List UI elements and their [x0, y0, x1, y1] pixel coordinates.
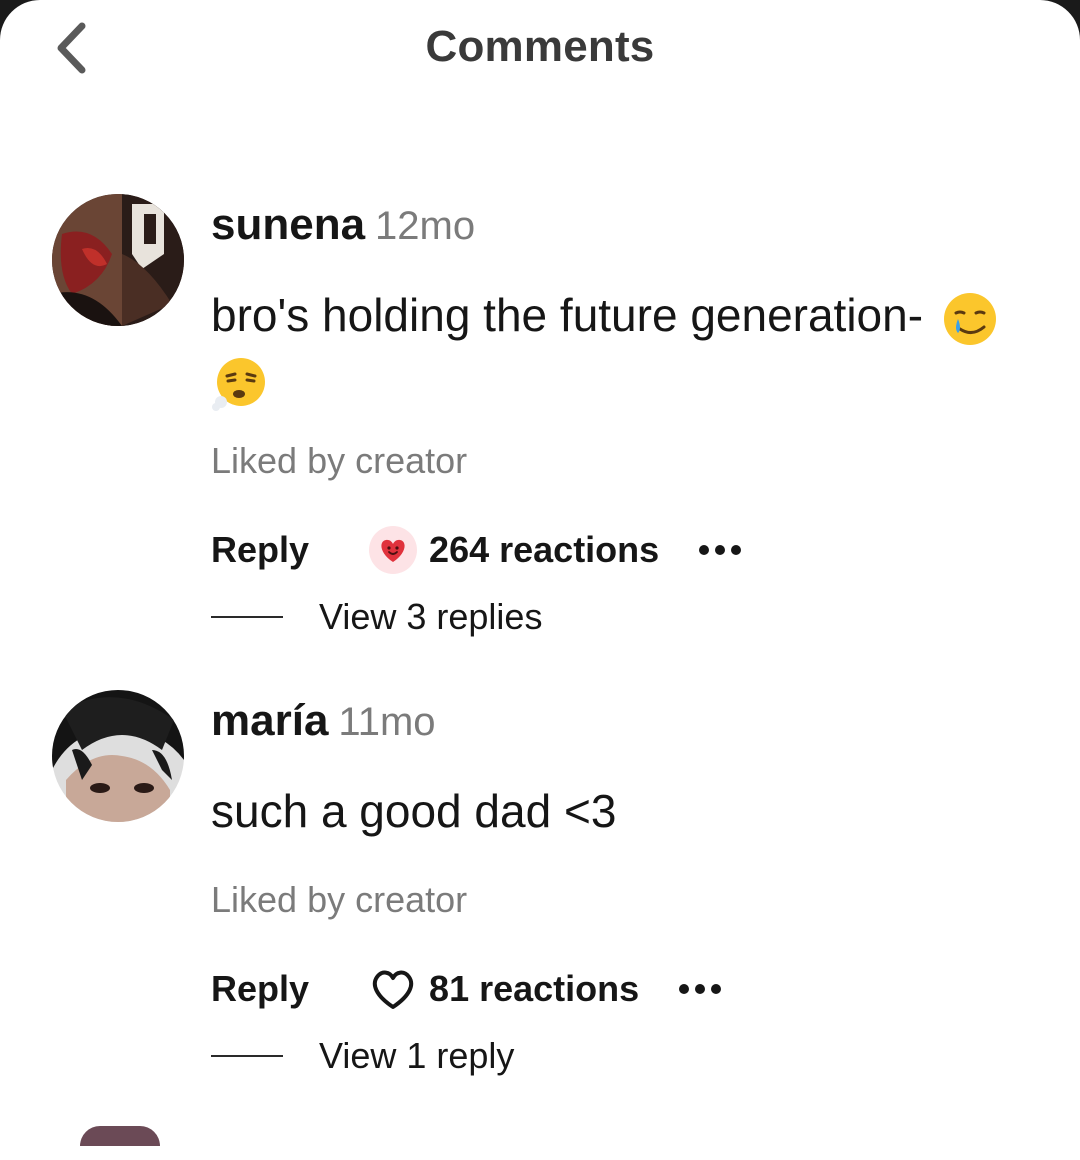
face-exhaling-emoji: [212, 357, 265, 411]
comments-sheet: Comments sunena 12mo bro's holding the fu…: [0, 0, 1080, 1160]
comment-actions: Reply 81 reactions: [211, 961, 727, 1017]
more-dots-icon-dot: [715, 545, 726, 555]
more-dots-icon-dot: [731, 545, 742, 555]
comment-actions: Reply 264 reactions: [211, 522, 747, 578]
more-dots-icon: [679, 984, 690, 994]
avatar[interactable]: [80, 1126, 160, 1146]
username[interactable]: sunena: [211, 200, 365, 249]
avatar[interactable]: [52, 690, 184, 822]
comment-text-content: such a good dad <3: [211, 785, 617, 837]
reply-thread-line: [211, 1055, 283, 1057]
comments-header: Comments: [0, 0, 1080, 100]
timestamp: 12mo: [375, 204, 476, 248]
view-replies-button[interactable]: View 1 reply: [211, 1035, 514, 1077]
comment-text-content: bro's holding the future generation-: [211, 289, 924, 341]
more-dots-icon-dot: [711, 984, 722, 994]
avatar[interactable]: [52, 194, 184, 326]
liked-by-creator: Liked by creator: [211, 440, 468, 481]
view-replies-label: View 1 reply: [319, 1035, 515, 1076]
liked-by-creator: Liked by creator: [211, 879, 468, 920]
more-options-button[interactable]: [699, 545, 747, 555]
reaction-button[interactable]: 81 reactions: [369, 967, 639, 1011]
reply-button[interactable]: Reply: [211, 968, 309, 1010]
comment-text: bro's holding the future generation-: [211, 284, 1041, 412]
timestamp: 11mo: [338, 700, 436, 744]
view-replies-button[interactable]: View 3 replies: [211, 596, 542, 638]
reaction-button[interactable]: 264 reactions: [369, 526, 659, 574]
reply-button[interactable]: Reply: [211, 529, 309, 571]
comment-meta: maría 11mo: [211, 696, 436, 746]
comment-meta: sunena 12mo: [211, 200, 475, 250]
view-replies-label: View 3 replies: [319, 596, 543, 637]
comment-text: such a good dad <3: [211, 780, 1041, 842]
more-dots-icon-dot: [695, 984, 706, 994]
reaction-count: 81 reactions: [429, 968, 640, 1009]
reply-thread-line: [211, 616, 283, 618]
heart-face-reaction-icon: [369, 526, 418, 574]
page-title: Comments: [425, 22, 655, 71]
username[interactable]: maría: [211, 696, 328, 745]
heart-outline-icon: [372, 970, 414, 1009]
reaction-count: 264 reactions: [429, 529, 660, 570]
more-dots-icon: [699, 545, 710, 555]
more-options-button[interactable]: [679, 984, 727, 994]
smiling-face-with-tear-emoji: [943, 292, 996, 345]
